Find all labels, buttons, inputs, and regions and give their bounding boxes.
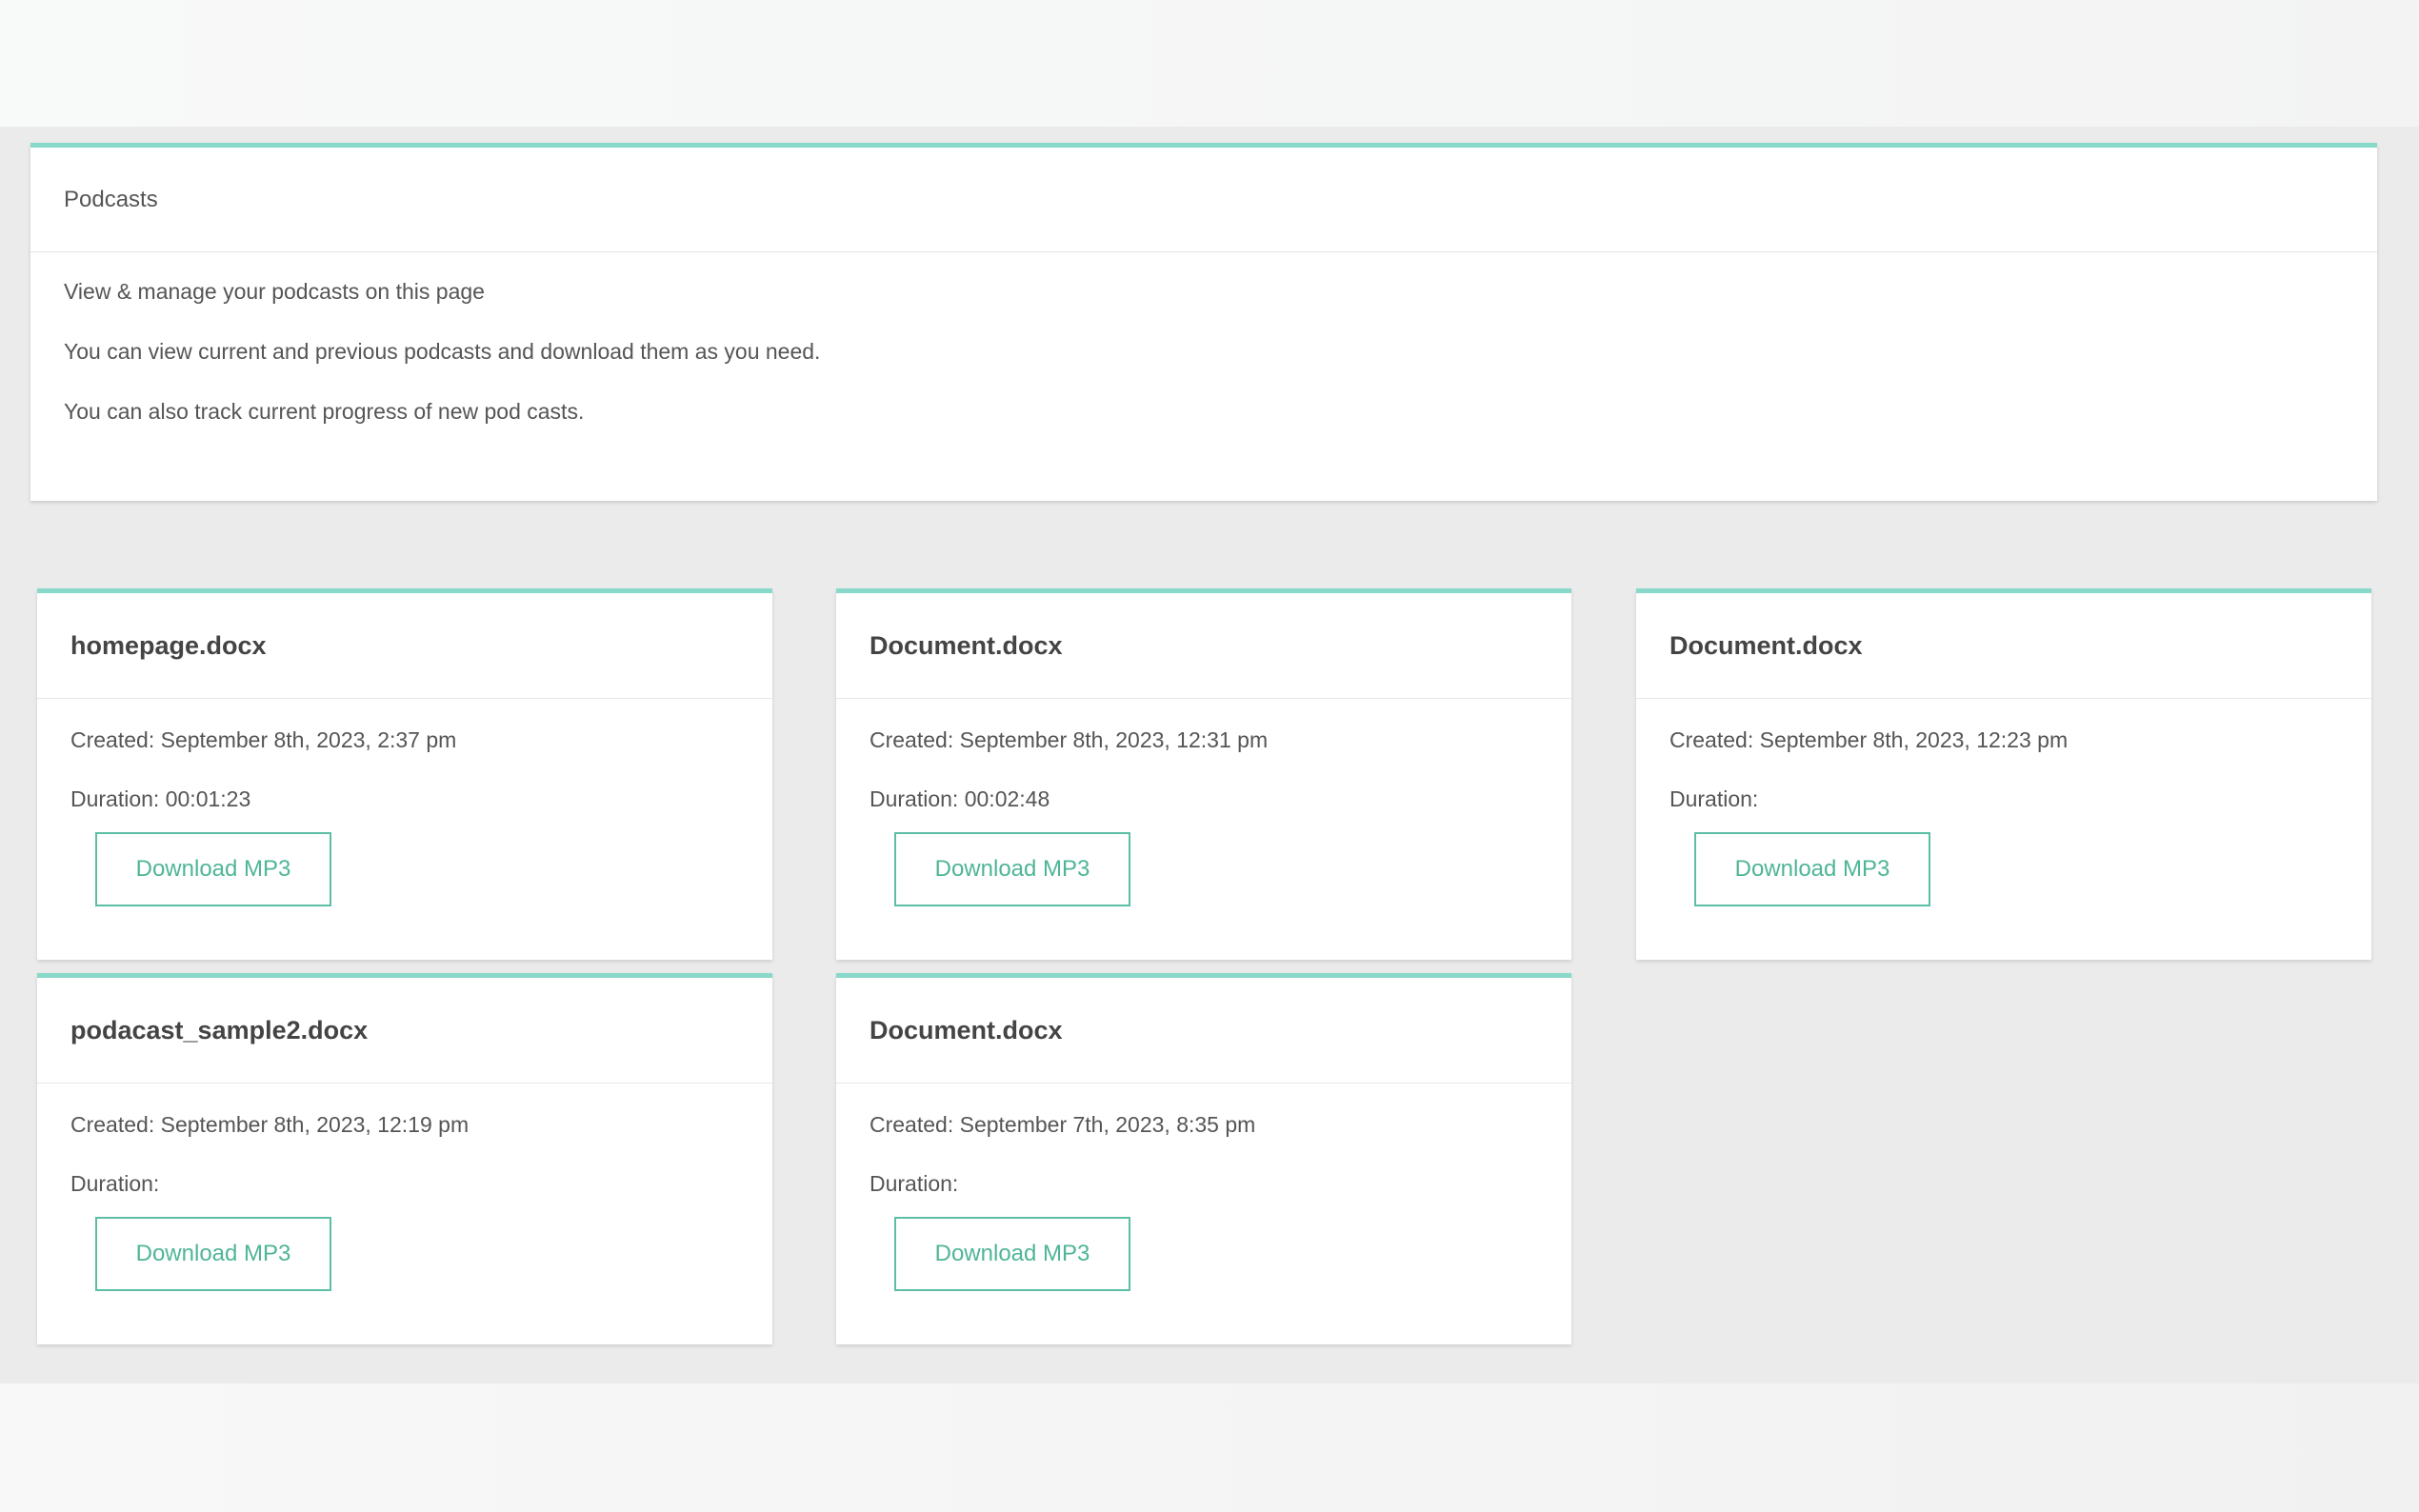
- podcast-filename: podacast_sample2.docx: [37, 978, 772, 1084]
- podcast-card-body: Created: September 8th, 2023, 2:37 pm Du…: [37, 699, 772, 906]
- created-date: Created: September 7th, 2023, 8:35 pm: [870, 1112, 1256, 1137]
- podcast-filename: homepage.docx: [37, 593, 772, 699]
- created-date: Created: September 8th, 2023, 12:23 pm: [1669, 727, 2069, 752]
- download-mp3-button[interactable]: Download MP3: [95, 1217, 331, 1291]
- intro-body: View & manage your podcasts on this page…: [30, 252, 2377, 426]
- download-mp3-button[interactable]: Download MP3: [894, 832, 1130, 906]
- top-band: [0, 0, 2419, 127]
- podcast-filename: Document.docx: [1636, 593, 2371, 699]
- podcast-card: Document.docx Created: September 8th, 20…: [1636, 588, 2371, 960]
- duration: Duration:: [870, 1171, 959, 1196]
- intro-line: You can also track current progress of n…: [64, 399, 585, 424]
- podcast-card: homepage.docx Created: September 8th, 20…: [37, 588, 772, 960]
- created-date: Created: September 8th, 2023, 2:37 pm: [70, 727, 457, 752]
- podcast-card: podacast_sample2.docx Created: September…: [37, 973, 772, 1344]
- duration: Duration: 00:01:23: [70, 786, 251, 811]
- created-date: Created: September 8th, 2023, 12:19 pm: [70, 1112, 470, 1137]
- intro-line: View & manage your podcasts on this page: [64, 279, 485, 304]
- podcast-card-body: Created: September 8th, 2023, 12:31 pm D…: [836, 699, 1571, 906]
- duration: Duration:: [70, 1171, 160, 1196]
- duration: Duration: 00:02:48: [870, 786, 1050, 811]
- podcast-card-body: Created: September 7th, 2023, 8:35 pm Du…: [836, 1084, 1571, 1291]
- bottom-band: [0, 1383, 2419, 1512]
- podcast-card-body: Created: September 8th, 2023, 12:19 pm D…: [37, 1084, 772, 1291]
- podcast-card: Document.docx Created: September 8th, 20…: [836, 588, 1571, 960]
- podcast-card-body: Created: September 8th, 2023, 12:23 pm D…: [1636, 699, 2371, 906]
- download-mp3-button[interactable]: Download MP3: [1694, 832, 1930, 906]
- podcast-filename: Document.docx: [836, 593, 1571, 699]
- podcast-card: Document.docx Created: September 7th, 20…: [836, 973, 1571, 1344]
- podcasts-intro-panel: Podcasts View & manage your podcasts on …: [30, 143, 2377, 501]
- intro-line: You can view current and previous podcas…: [64, 339, 821, 364]
- panel-title: Podcasts: [30, 148, 2377, 252]
- created-date: Created: September 8th, 2023, 12:31 pm: [870, 727, 1269, 752]
- download-mp3-button[interactable]: Download MP3: [95, 832, 331, 906]
- podcast-filename: Document.docx: [836, 978, 1571, 1084]
- download-mp3-button[interactable]: Download MP3: [894, 1217, 1130, 1291]
- duration: Duration:: [1669, 786, 1759, 811]
